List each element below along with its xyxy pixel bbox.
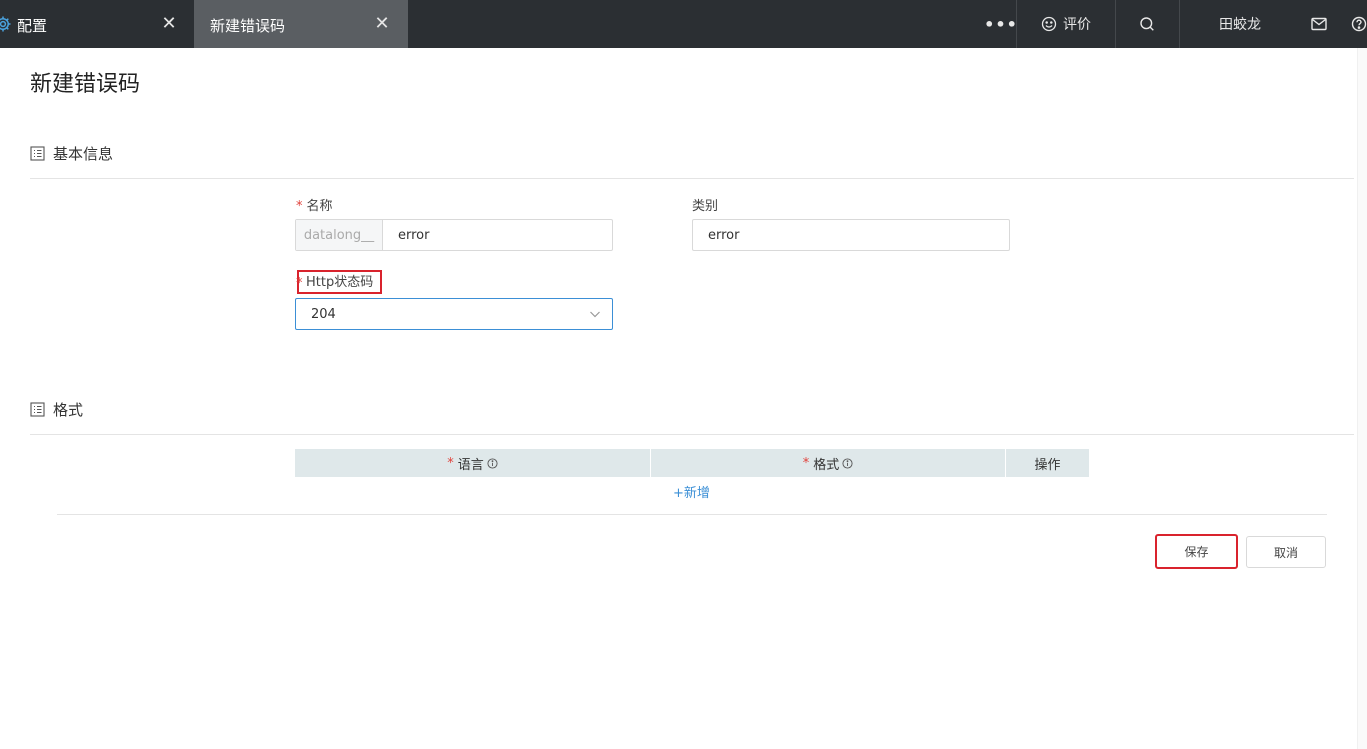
divider [30, 434, 1354, 435]
name-input-group: datalong__ [295, 219, 613, 251]
required-mark: * [296, 199, 303, 214]
http-status-label: * Http状态码 [296, 270, 383, 294]
search-button[interactable] [1116, 0, 1178, 48]
section-basic-info-heading: 基本信息 [53, 145, 114, 163]
save-button[interactable]: 保存 [1155, 534, 1238, 569]
help-icon [1351, 16, 1367, 32]
section-format: 格式 [30, 399, 83, 420]
type-label: 类别 [692, 199, 719, 214]
user-name[interactable]: 田蛟龙 [1180, 0, 1300, 48]
http-status-value: 204 [311, 306, 336, 322]
top-bar: 配置 ✕ 新建错误码 ✕ ••• 评价 田蛟龙 [0, 0, 1367, 48]
format-table-header: * 语言 * 格式 操作 [295, 449, 1089, 477]
cancel-button[interactable]: 取消 [1246, 536, 1326, 568]
tab-new-error-code[interactable]: 新建错误码 ✕ [194, 0, 408, 48]
smiley-icon [1041, 16, 1057, 32]
add-row-link[interactable]: +新增 [673, 482, 710, 501]
column-format: * 格式 [651, 449, 1006, 477]
name-input[interactable] [383, 220, 612, 250]
help-button[interactable] [1346, 0, 1367, 48]
more-menu-button[interactable]: ••• [984, 0, 1017, 48]
mail-button[interactable] [1300, 0, 1338, 48]
required-mark: * [447, 455, 454, 471]
column-action: 操作 [1034, 457, 1061, 473]
list-icon [30, 146, 45, 161]
info-icon[interactable] [487, 457, 498, 469]
page-title: 新建错误码 [30, 72, 141, 97]
scrollbar[interactable] [1357, 48, 1367, 749]
required-mark: * [296, 276, 303, 291]
mail-icon [1311, 17, 1327, 31]
rate-button[interactable]: 评价 [1017, 0, 1115, 48]
close-icon[interactable]: ✕ [159, 14, 179, 34]
close-icon[interactable]: ✕ [372, 14, 392, 34]
tab-config[interactable]: 配置 ✕ [0, 0, 194, 48]
name-label: * 名称 [296, 199, 333, 214]
column-language: * 语言 [295, 449, 651, 477]
rate-label: 评价 [1063, 17, 1091, 33]
name-prefix: datalong__ [296, 220, 383, 250]
search-icon [1140, 17, 1154, 31]
gear-icon [0, 16, 11, 32]
required-mark: * [802, 455, 810, 471]
chevron-down-icon [590, 311, 600, 318]
tab-config-label: 配置 [17, 17, 48, 35]
list-icon [30, 402, 45, 417]
type-input[interactable] [692, 219, 1010, 251]
tab-new-error-code-label: 新建错误码 [210, 17, 286, 35]
info-icon[interactable] [842, 457, 853, 469]
section-basic-info: 基本信息 [30, 143, 113, 164]
http-status-select[interactable]: 204 [295, 298, 613, 330]
divider [30, 178, 1354, 179]
divider [57, 514, 1327, 515]
section-format-heading: 格式 [53, 401, 84, 419]
